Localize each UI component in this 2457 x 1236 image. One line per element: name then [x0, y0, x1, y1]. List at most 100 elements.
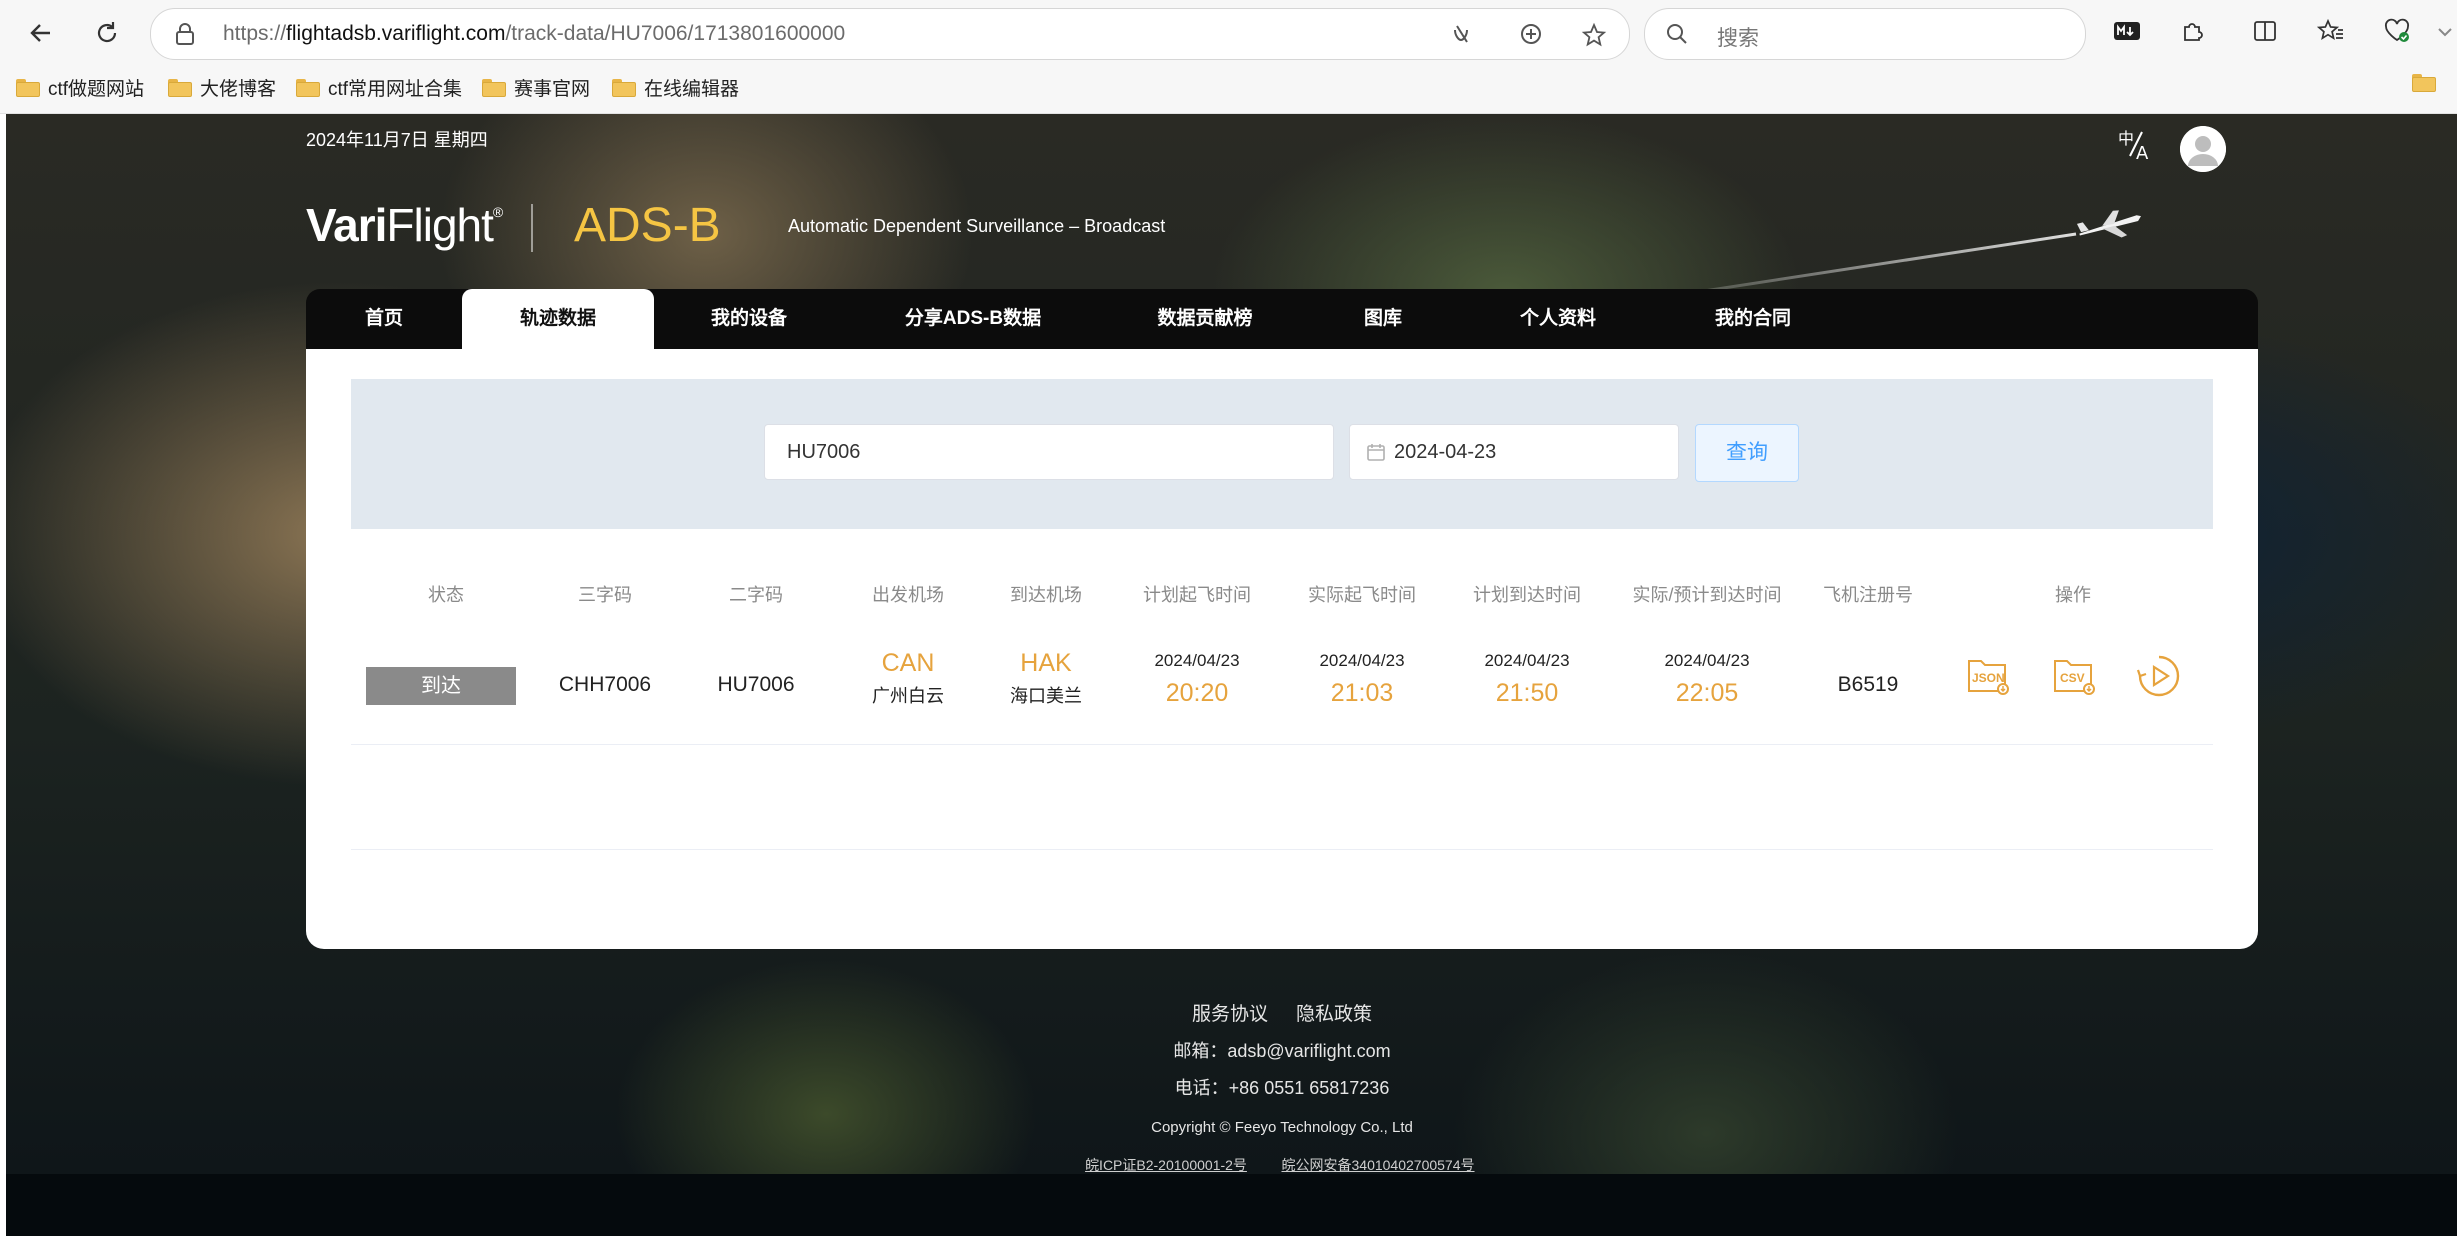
bookmark-item[interactable]: 在线编辑器	[612, 74, 739, 101]
query-button[interactable]: 查询	[1695, 424, 1799, 482]
browser-essentials-icon[interactable]	[2380, 14, 2414, 48]
police-record-link[interactable]: 皖公网安备34010402700574号	[1281, 1155, 1474, 1175]
departure-code: CAN	[881, 649, 935, 677]
playback-icon[interactable]	[2136, 653, 2182, 699]
nav-profile[interactable]: 个人资料	[1458, 289, 1658, 349]
more-menu-icon[interactable]	[2428, 14, 2457, 48]
download-json-icon[interactable]: JSON	[1965, 653, 2011, 699]
url-path: /track-data/HU7006/1713801600000	[505, 22, 846, 45]
cell-registration: B6519	[1837, 673, 1899, 696]
actual-dep-date: 2024/04/23	[1319, 651, 1405, 670]
page-background: 2024年11月7日 星期四 中A VariFlight® ADS-B Auto…	[6, 114, 2457, 1236]
url-host: flightadsb.variflight.com	[286, 22, 506, 45]
main-nav: 首页 轨迹数据 我的设备 分享ADS-B数据 数据贡献榜 图库 个人资料 我的合…	[306, 289, 2258, 349]
tracking-prevention-icon[interactable]	[1449, 22, 1475, 48]
nav-share-adsb[interactable]: 分享ADS-B数据	[844, 289, 1102, 349]
svg-text:A: A	[2136, 143, 2149, 162]
search-icon	[1665, 22, 1689, 51]
terms-link[interactable]: 服务协议	[1192, 1004, 1268, 1025]
sched-arr-date: 2024/04/23	[1484, 651, 1570, 670]
date-picker-input[interactable]: 2024-04-23	[1349, 424, 1679, 480]
row-divider	[351, 744, 2213, 745]
bookmark-label: 赛事官网	[514, 79, 591, 100]
nav-track-data[interactable]: 轨迹数据	[462, 289, 654, 349]
cell-icao: CHH7006	[558, 673, 652, 696]
content-card: HU7006 2024-04-23 查询 状态 三字码 二字码 出发机场 到达机…	[306, 349, 2258, 949]
bookmark-overflow[interactable]	[2412, 74, 2436, 92]
footer-copyright: Copyright © Feeyo Technology Co., Ltd	[1151, 1119, 1413, 1136]
status-badge: 到达	[366, 667, 516, 705]
col-header-actual-arr: 实际/预计到达时间	[1632, 585, 1782, 605]
refresh-icon[interactable]	[86, 12, 128, 54]
download-csv-icon[interactable]: CSV	[2051, 653, 2097, 699]
page-bottom-strip	[6, 1174, 2457, 1236]
logo-divider	[531, 204, 533, 252]
sched-arr-time: 21:50	[1495, 679, 1559, 707]
bookmarks-bar: ctf做题网站 大佬博客 ctf常用网址合集 赛事官网 在线编辑器	[0, 70, 2457, 110]
markdown-extension-icon[interactable]	[2110, 14, 2144, 48]
col-header-iata: 二字码	[729, 585, 783, 605]
language-switch-icon[interactable]: 中A	[2116, 126, 2156, 164]
nav-my-contracts[interactable]: 我的合同	[1658, 289, 1848, 349]
json-label: JSON	[1972, 671, 2005, 685]
bookmark-item[interactable]: 赛事官网	[482, 74, 590, 101]
col-header-icao: 三字码	[578, 585, 632, 605]
col-header-sched-arr: 计划到达时间	[1473, 585, 1581, 605]
nav-my-devices[interactable]: 我的设备	[654, 289, 844, 349]
cell-iata: HU7006	[717, 673, 795, 696]
actual-dep-time: 21:03	[1330, 679, 1394, 707]
folder-icon	[296, 78, 320, 97]
split-screen-icon[interactable]	[2248, 14, 2282, 48]
date-value: 2024-04-23	[1394, 441, 1497, 463]
actual-arr-date: 2024/04/23	[1664, 651, 1750, 670]
nav-contribution-rank[interactable]: 数据贡献榜	[1102, 289, 1308, 349]
nav-gallery[interactable]: 图库	[1308, 289, 1458, 349]
logo-mark: ®	[492, 204, 503, 220]
url-prefix: https://	[223, 22, 287, 45]
csv-label: CSV	[2060, 671, 2085, 685]
privacy-link[interactable]: 隐私政策	[1296, 1004, 1372, 1025]
col-header-departure: 出发机场	[872, 585, 944, 605]
col-header-status: 状态	[428, 585, 464, 605]
bookmark-label: 大佬博客	[200, 79, 277, 100]
logo-rest: Flight	[386, 199, 493, 251]
bookmark-item[interactable]: ctf常用网址合集	[296, 74, 462, 101]
arrival-name: 海口美兰	[1010, 686, 1082, 706]
product-title: ADS-B	[574, 199, 721, 252]
col-header-registration: 飞机注册号	[1823, 585, 1913, 605]
row-divider	[351, 849, 2213, 850]
folder-icon	[168, 78, 192, 97]
col-header-arrival: 到达机场	[1010, 585, 1082, 605]
flight-number-value: HU7006	[787, 441, 861, 463]
query-panel: HU7006 2024-04-23 查询	[351, 379, 2213, 529]
favorites-icon[interactable]	[2314, 14, 2348, 48]
bookmark-item[interactable]: 大佬博客	[168, 74, 276, 101]
folder-icon	[16, 78, 40, 97]
translate-icon[interactable]	[1519, 22, 1545, 48]
svg-text:中: 中	[2118, 129, 2134, 148]
variflight-logo[interactable]: VariFlight®	[306, 198, 503, 252]
user-avatar[interactable]	[2180, 126, 2226, 172]
icp-link[interactable]: 皖ICP证B2-20100001-2号	[1085, 1155, 1247, 1175]
calendar-icon	[1366, 442, 1386, 468]
footer-links: 服务协议 隐私政策	[1178, 999, 1386, 1026]
browser-search-box[interactable]: 搜索	[1644, 8, 2086, 60]
footer-phone: 电话：+86 0551 65817236	[1174, 1078, 1390, 1098]
url-text[interactable]: https://flightadsb.variflight.com/track-…	[223, 22, 845, 46]
flight-number-input[interactable]: HU7006	[764, 424, 1334, 480]
col-header-actions: 操作	[2055, 585, 2091, 605]
address-bar[interactable]: https://flightadsb.variflight.com/track-…	[150, 8, 1630, 60]
nav-home[interactable]: 首页	[306, 289, 462, 349]
back-icon[interactable]	[20, 12, 62, 54]
search-placeholder: 搜索	[1717, 27, 1759, 50]
sched-dep-date: 2024/04/23	[1154, 651, 1240, 670]
arrival-code: HAK	[1020, 649, 1072, 677]
col-header-actual-dep: 实际起飞时间	[1308, 585, 1416, 605]
favorite-star-icon[interactable]	[1581, 22, 1607, 48]
extensions-icon[interactable]	[2176, 14, 2210, 48]
lock-icon[interactable]	[175, 22, 195, 51]
bookmark-item[interactable]: ctf做题网站	[16, 74, 144, 101]
product-tagline: Automatic Dependent Surveillance – Broad…	[788, 216, 1166, 236]
folder-icon	[482, 78, 506, 97]
bookmark-label: 在线编辑器	[644, 79, 740, 100]
